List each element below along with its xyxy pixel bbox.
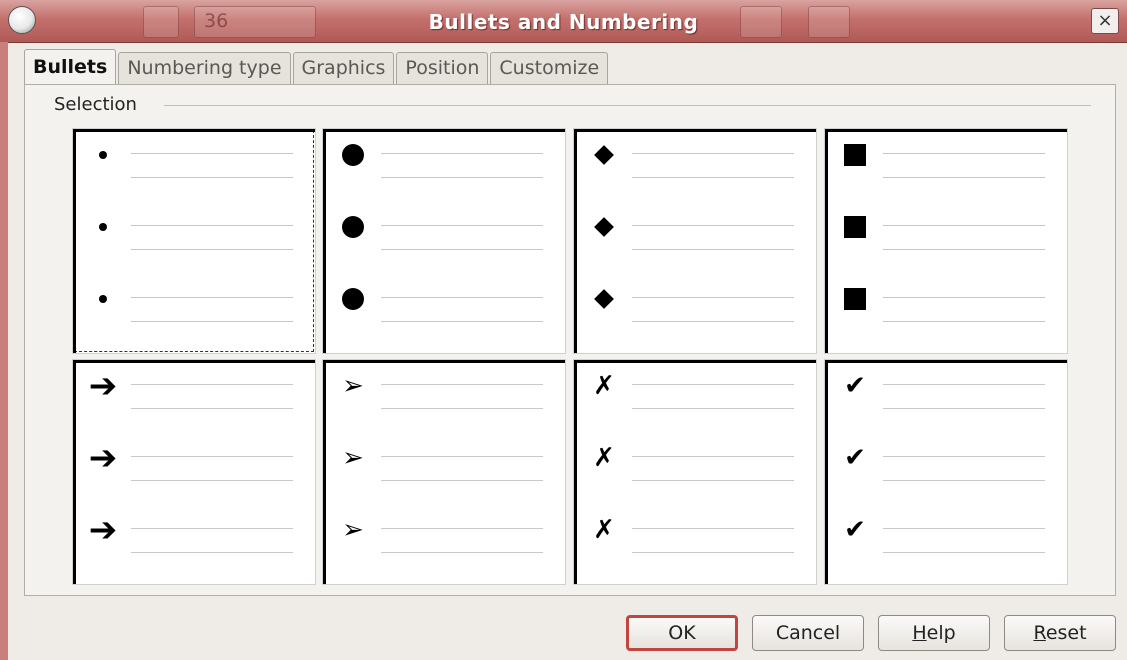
reset-button[interactable]: Reset	[1004, 615, 1116, 651]
diamond-icon	[584, 277, 624, 321]
reset-mnemonic: R	[1033, 622, 1046, 644]
bullet-option-arrow[interactable]: ➔ ➔ ➔	[72, 359, 316, 585]
tab-customize[interactable]: Customize	[490, 52, 609, 84]
check-icon: ✔	[844, 371, 866, 401]
bullet-option-small-dot[interactable]	[72, 128, 316, 354]
help-label: elp	[926, 622, 956, 644]
cross-icon: ✗	[593, 371, 615, 401]
small-dot-icon	[83, 205, 123, 249]
bullet-option-arrowhead[interactable]: ➢ ➢ ➢	[322, 359, 566, 585]
arrow-icon: ➔	[88, 366, 118, 406]
section-divider	[164, 105, 1091, 106]
cross-icon: ✗	[593, 443, 615, 473]
arrowhead-icon: ➢	[342, 443, 364, 473]
bullet-option-check[interactable]: ✔ ✔ ✔	[824, 359, 1068, 585]
square-icon	[835, 205, 875, 249]
close-button[interactable]: ×	[1091, 8, 1119, 34]
section-label: Selection	[54, 94, 137, 115]
bullet-option-large-dot[interactable]	[322, 128, 566, 354]
large-dot-icon	[333, 277, 373, 321]
bullet-option-cross[interactable]: ✗ ✗ ✗	[573, 359, 817, 585]
bullet-option-square[interactable]	[824, 128, 1068, 354]
tab-graphics[interactable]: Graphics	[292, 52, 395, 84]
tab-position[interactable]: Position	[396, 52, 489, 84]
help-button[interactable]: Help	[878, 615, 990, 651]
large-dot-icon	[333, 205, 373, 249]
title-bar: 36 Bullets and Numbering ×	[0, 0, 1127, 43]
tab-bar: Bullets Numbering type Graphics Position…	[24, 49, 610, 84]
square-icon	[835, 277, 875, 321]
cancel-button[interactable]: Cancel	[752, 615, 864, 651]
small-dot-icon	[83, 277, 123, 321]
window-edge	[0, 42, 8, 660]
help-mnemonic: H	[912, 622, 927, 644]
window-title: Bullets and Numbering	[428, 10, 699, 34]
check-icon: ✔	[844, 515, 866, 545]
large-dot-icon	[333, 133, 373, 177]
diamond-icon	[584, 133, 624, 177]
square-icon	[835, 133, 875, 177]
reset-label: eset	[1045, 622, 1087, 644]
diamond-icon	[584, 205, 624, 249]
arrowhead-icon: ➢	[342, 371, 364, 401]
tab-numbering-type[interactable]: Numbering type	[118, 52, 291, 84]
ok-button[interactable]: OK	[626, 615, 738, 651]
tab-bullets[interactable]: Bullets	[24, 49, 117, 84]
cross-icon: ✗	[593, 515, 615, 545]
arrow-icon: ➔	[88, 438, 118, 478]
check-icon: ✔	[844, 443, 866, 473]
arrow-icon: ➔	[88, 510, 118, 550]
bullet-option-diamond[interactable]	[573, 128, 817, 354]
arrowhead-icon: ➢	[342, 515, 364, 545]
small-dot-icon	[83, 133, 123, 177]
